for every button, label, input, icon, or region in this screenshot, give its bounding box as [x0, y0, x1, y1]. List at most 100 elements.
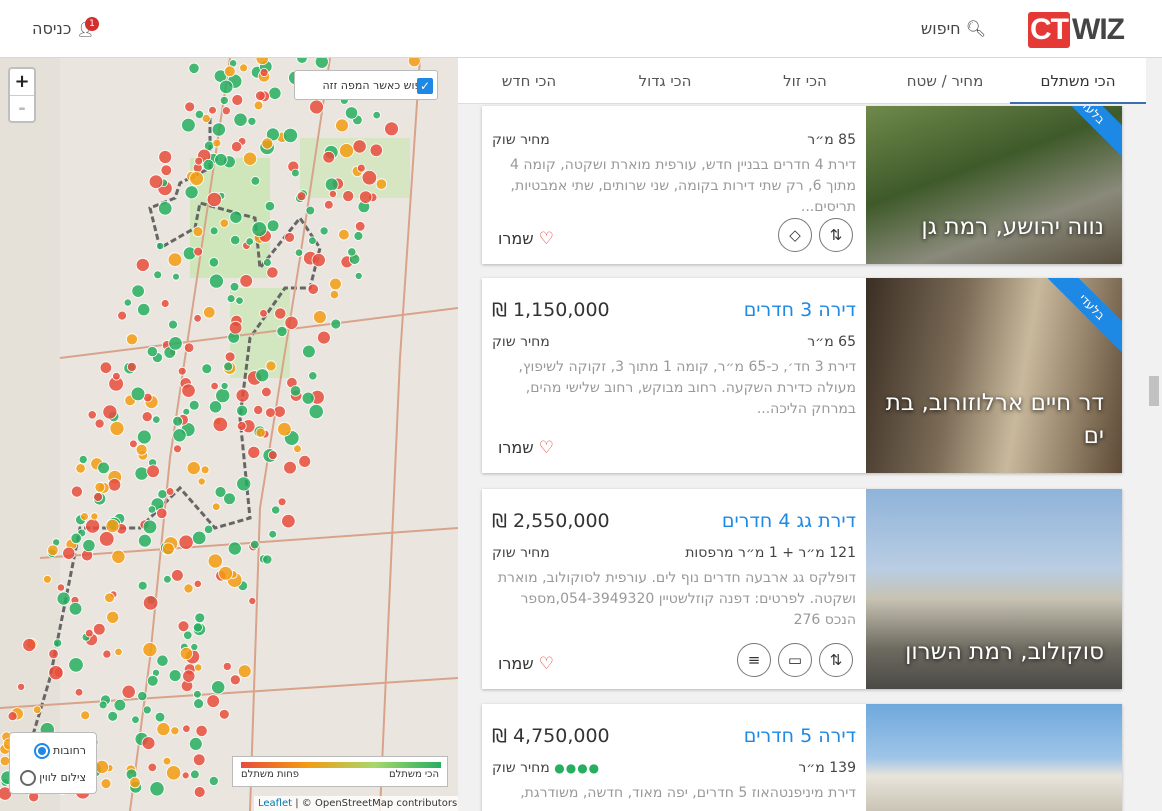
map-listing-marker[interactable] — [265, 360, 277, 372]
map-listing-marker[interactable] — [178, 534, 194, 550]
map-listing-marker[interactable] — [48, 648, 59, 660]
map-listing-marker[interactable] — [181, 383, 196, 398]
listing-title[interactable]: דירת גג 4 חדרים — [722, 510, 856, 532]
map-listing-marker[interactable] — [253, 100, 264, 111]
map-listing-marker[interactable] — [104, 592, 115, 603]
map-listing-marker[interactable] — [210, 381, 219, 391]
map-listing-marker[interactable] — [123, 298, 132, 307]
map-listing-marker[interactable] — [156, 507, 168, 520]
map-listing-marker[interactable] — [172, 428, 187, 443]
map-listing-marker[interactable] — [218, 565, 234, 581]
map-listing-marker[interactable] — [328, 189, 337, 198]
map-listing-marker[interactable] — [294, 248, 304, 257]
save-button[interactable]: ♡ שמרו — [498, 654, 554, 674]
map-listing-marker[interactable] — [330, 318, 342, 330]
map-listing-marker[interactable] — [153, 270, 163, 280]
map-listing-marker[interactable] — [90, 512, 99, 521]
map-listing-marker[interactable] — [284, 315, 299, 330]
map-listing-marker[interactable] — [192, 753, 206, 766]
map-listing-marker[interactable] — [233, 112, 248, 127]
map-listing-marker[interactable] — [114, 647, 123, 657]
map-listing-marker[interactable] — [356, 163, 366, 173]
map-listing-marker[interactable] — [302, 344, 316, 359]
zoom-in-button[interactable]: + — [10, 69, 34, 95]
map-listing-marker[interactable] — [192, 226, 204, 238]
map-listing-marker[interactable] — [85, 518, 101, 534]
map-listing-marker[interactable] — [152, 415, 161, 424]
map-listing-marker[interactable] — [193, 246, 204, 257]
mode-neighborhoods-option[interactable]: רחובות — [28, 741, 86, 761]
map-listing-marker[interactable] — [338, 143, 354, 159]
map-listing-marker[interactable] — [372, 110, 381, 120]
map-listing-marker[interactable] — [301, 391, 315, 405]
map-listing-marker[interactable] — [52, 638, 63, 648]
map-listing-marker[interactable] — [308, 371, 318, 381]
map-listing-marker[interactable] — [277, 497, 287, 507]
map-listing-marker[interactable] — [338, 228, 350, 241]
map-listing-marker[interactable] — [259, 67, 269, 77]
map-listing-marker[interactable] — [160, 299, 170, 308]
map-listing-marker[interactable] — [264, 200, 276, 212]
listing-photo[interactable]: בלעדי נווה יהושע, רמת גן — [866, 106, 1122, 264]
map-listing-marker[interactable] — [247, 445, 261, 459]
map-listing-marker[interactable] — [183, 342, 195, 353]
listing-card[interactable]: סוקולוב, רמת השרון דירת גג 4 חדרים ₪ 2,5… — [482, 489, 1122, 689]
map-listing-marker[interactable] — [142, 705, 152, 715]
map-listing-marker[interactable] — [131, 284, 145, 298]
map-listing-marker[interactable] — [156, 722, 171, 737]
map-listing-marker[interactable] — [226, 294, 236, 304]
map-listing-marker[interactable] — [177, 620, 190, 633]
map-listing-marker[interactable] — [47, 544, 59, 557]
map-listing-marker[interactable] — [98, 700, 108, 710]
map-listing-marker[interactable] — [202, 159, 215, 171]
map-listing-marker[interactable] — [284, 231, 296, 243]
map-listing-marker[interactable] — [56, 591, 71, 606]
map-listing-marker[interactable] — [271, 505, 281, 515]
map-listing-marker[interactable] — [228, 320, 243, 335]
map-listing-marker[interactable] — [329, 289, 340, 300]
map-listing-marker[interactable] — [193, 698, 205, 709]
map-listing-marker[interactable] — [218, 708, 230, 720]
map-listing-marker[interactable] — [211, 122, 226, 137]
save-button[interactable]: ♡ שמרו — [498, 438, 554, 458]
map-listing-marker[interactable] — [344, 106, 359, 120]
checkbox-checked-icon[interactable]: ✓ — [417, 78, 433, 94]
map-canvas[interactable] — [0, 58, 458, 811]
map-listing-marker[interactable] — [129, 776, 141, 789]
map-listing-marker[interactable] — [314, 58, 329, 69]
map-listing-marker[interactable] — [296, 191, 307, 202]
map-listing-marker[interactable] — [289, 385, 302, 397]
map-listing-marker[interactable] — [283, 460, 297, 475]
map-listing-marker[interactable] — [184, 101, 196, 113]
map-listing-marker[interactable] — [80, 512, 89, 521]
map-listing-marker[interactable] — [131, 715, 140, 724]
map-listing-marker[interactable] — [78, 454, 88, 464]
map-listing-marker[interactable] — [267, 450, 278, 461]
map-listing-marker[interactable] — [250, 176, 261, 186]
listing-card[interactable]: דירה 5 חדרים ₪ 4,750,000 139 מ״ר ●●●● מח… — [482, 704, 1122, 811]
map-listing-marker[interactable] — [134, 466, 149, 481]
map-listing-marker[interactable] — [166, 765, 182, 781]
map-listing-marker[interactable] — [146, 674, 159, 687]
map-listing-marker[interactable] — [161, 542, 175, 556]
map-listing-marker[interactable] — [135, 443, 148, 456]
map-listing-marker[interactable] — [98, 531, 115, 547]
listing-title[interactable]: דירה 3 חדרים — [744, 299, 856, 321]
map-listing-marker[interactable] — [347, 247, 357, 257]
map-listing-marker[interactable] — [194, 663, 203, 672]
map-listing-marker[interactable] — [211, 502, 221, 512]
map-listing-marker[interactable] — [407, 58, 421, 68]
map-listing-marker[interactable] — [94, 759, 110, 775]
map-listing-marker[interactable] — [268, 86, 282, 100]
map-listing-marker[interactable] — [223, 492, 236, 506]
map-listing-marker[interactable] — [186, 461, 201, 476]
listing-card[interactable]: בלעדי דר חיים ארלוזורוב, בת ים דירה 3 חד… — [482, 278, 1122, 473]
map-listing-marker[interactable] — [375, 178, 388, 190]
map-listing-marker[interactable] — [206, 191, 222, 208]
map-listing-marker[interactable] — [181, 117, 196, 133]
map-listing-marker[interactable] — [296, 58, 308, 64]
map-listing-marker[interactable] — [183, 630, 193, 641]
map-listing-marker[interactable] — [136, 429, 152, 445]
map-listing-marker[interactable] — [112, 371, 121, 381]
map-listing-marker[interactable] — [311, 253, 326, 268]
